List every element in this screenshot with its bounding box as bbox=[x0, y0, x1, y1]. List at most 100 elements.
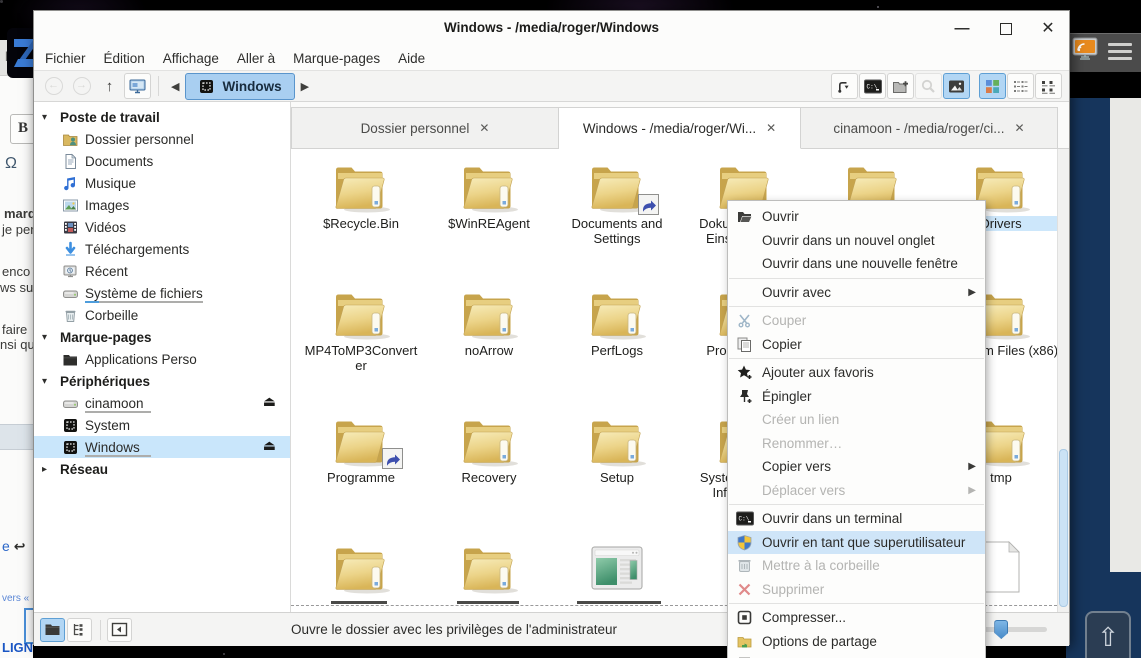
menu-marque-pages[interactable]: Marque-pages bbox=[284, 48, 389, 69]
context-menu-item-compresser-[interactable]: Compresser... bbox=[728, 606, 985, 630]
eject-icon[interactable]: ⏏ bbox=[263, 393, 276, 410]
home-folder-icon bbox=[62, 131, 79, 148]
hide-pane-button[interactable] bbox=[107, 618, 132, 642]
menu-item-label: Copier vers bbox=[762, 459, 831, 474]
reply-link-fragment[interactable]: e ↩ bbox=[2, 538, 25, 555]
tab-bar: Dossier personnel✕Windows - /media/roger… bbox=[291, 102, 1069, 149]
menu-aller-[interactable]: Aller à bbox=[228, 48, 284, 69]
sidebar-item-vidéos[interactable]: Vidéos bbox=[34, 216, 290, 238]
sidebar-section-marque-pages[interactable]: ▾Marque-pages bbox=[34, 326, 290, 348]
rss-screencast-icon[interactable] bbox=[1071, 36, 1099, 64]
sidebar-item-corbeille[interactable]: Corbeille bbox=[34, 304, 290, 326]
close-button[interactable]: ✕ bbox=[1037, 18, 1059, 40]
menu-fichier[interactable]: Fichier bbox=[36, 48, 95, 69]
scroll-to-top-button[interactable]: ⇧ bbox=[1085, 611, 1131, 658]
file-item-perflogs[interactable]: PerfLogs bbox=[553, 282, 681, 358]
maximize-button[interactable] bbox=[995, 18, 1017, 40]
path-button-windows[interactable]: Windows bbox=[185, 73, 294, 100]
tab-close-icon[interactable]: ✕ bbox=[766, 121, 776, 135]
path-next-icon[interactable]: ▶ bbox=[295, 80, 315, 93]
context-menu-item-propriétés[interactable]: Propriétés bbox=[728, 653, 985, 658]
omega-button-fragment[interactable]: Ω bbox=[5, 155, 17, 173]
search-button[interactable] bbox=[915, 73, 942, 99]
context-menu-item-ouvrir-en-tant-que-superutilisateur[interactable]: Ouvrir en tant que superutilisateur bbox=[728, 531, 985, 555]
titlebar[interactable]: Windows - /media/roger/Windows — ✕ bbox=[34, 11, 1069, 46]
file-item[interactable] bbox=[553, 536, 681, 594]
sidebar-item-téléchargements[interactable]: Téléchargements bbox=[34, 238, 290, 260]
trash-icon bbox=[62, 307, 79, 324]
bold-button-fragment[interactable]: B bbox=[10, 114, 33, 144]
menu-aide[interactable]: Aide bbox=[389, 48, 434, 69]
file-item-mp4tomp3converter[interactable]: MP4ToMP3Converter bbox=[297, 282, 425, 373]
context-menu-item-ouvrir-dans-un-nouvel-onglet[interactable]: Ouvrir dans un nouvel onglet bbox=[728, 229, 985, 253]
menu-affichage[interactable]: Affichage bbox=[154, 48, 228, 69]
file-item--winreagent[interactable]: $WinREAgent bbox=[425, 155, 553, 231]
detail-view-button[interactable] bbox=[1035, 73, 1062, 99]
sidebar-item-system[interactable]: System bbox=[34, 414, 290, 436]
sidebar-item-récent[interactable]: Récent bbox=[34, 260, 290, 282]
places-button[interactable] bbox=[124, 73, 151, 99]
context-menu-item-ouvrir[interactable]: Ouvrir bbox=[728, 205, 985, 229]
hamburger-menu-icon[interactable] bbox=[1108, 43, 1132, 64]
tab-3[interactable]: cinamoon - /media/roger/ci...✕ bbox=[801, 107, 1058, 149]
file-item--recycle-bin[interactable]: $Recycle.Bin bbox=[297, 155, 425, 231]
terminal-icon: C:\ bbox=[864, 79, 882, 94]
places-pane-button[interactable] bbox=[40, 618, 65, 642]
file-item-documents-and-settings[interactable]: Documents and Settings bbox=[553, 155, 681, 246]
context-menu-item-options-de-partage[interactable]: Options de partage bbox=[728, 630, 985, 654]
scrollbar-thumb[interactable] bbox=[1059, 449, 1068, 607]
sidebar-item-label: Téléchargements bbox=[85, 242, 189, 257]
terminal-button[interactable]: C:\ bbox=[859, 73, 886, 99]
sidebar-item-système-de-fichiers[interactable]: Système de fichiers bbox=[34, 282, 290, 304]
tab-close-icon[interactable]: ✕ bbox=[1015, 121, 1025, 135]
context-menu-item-ouvrir-dans-un-terminal[interactable]: C:\Ouvrir dans un terminal bbox=[728, 507, 985, 531]
menu--dition[interactable]: Édition bbox=[95, 48, 154, 69]
sidebar-item-dossier-personnel[interactable]: Dossier personnel bbox=[34, 128, 290, 150]
triangle-closed-icon: ▸ bbox=[42, 464, 60, 475]
file-item[interactable] bbox=[297, 536, 425, 594]
sidebar-item-images[interactable]: Images bbox=[34, 194, 290, 216]
file-item-setup[interactable]: Setup bbox=[553, 409, 681, 485]
icon-view-button[interactable] bbox=[979, 73, 1006, 99]
sidebar-item-cinamoon[interactable]: cinamoon⏏ bbox=[34, 392, 290, 414]
file-item-recovery[interactable]: Recovery bbox=[425, 409, 553, 485]
file-label: $Recycle.Bin bbox=[302, 216, 420, 231]
vertical-scrollbar[interactable] bbox=[1057, 149, 1069, 612]
file-item-programme[interactable]: Programme bbox=[297, 409, 425, 485]
jump-to-button[interactable] bbox=[831, 73, 858, 99]
section-label: Périphériques bbox=[60, 374, 150, 389]
sidebar-item-documents[interactable]: Documents bbox=[34, 150, 290, 172]
focused-input-fragment[interactable] bbox=[24, 608, 33, 644]
sidebar-item-windows[interactable]: Windows⏏ bbox=[34, 436, 290, 458]
tree-pane-button[interactable] bbox=[67, 618, 92, 642]
forward-button[interactable]: → bbox=[68, 73, 95, 99]
context-menu-item-copier[interactable]: Copier bbox=[728, 333, 985, 357]
eject-icon[interactable]: ⏏ bbox=[263, 437, 276, 454]
context-menu-item-épingler[interactable]: Épingler bbox=[728, 385, 985, 409]
file-item[interactable] bbox=[425, 536, 553, 594]
tab-1[interactable]: Dossier personnel✕ bbox=[291, 107, 559, 149]
link-fragment[interactable]: LIGNE bbox=[2, 640, 33, 655]
path-prev-icon[interactable]: ◀ bbox=[165, 80, 185, 93]
compact-view-button[interactable] bbox=[1007, 73, 1034, 99]
sidebar-section-périphériques[interactable]: ▾Périphériques bbox=[34, 370, 290, 392]
link-fragment[interactable]: vers « bbox=[2, 593, 29, 604]
sidebar-item-musique[interactable]: Musique bbox=[34, 172, 290, 194]
minimize-button[interactable]: — bbox=[951, 18, 973, 40]
context-menu-item-ajouter-aux-favoris[interactable]: Ajouter aux favoris bbox=[728, 361, 985, 385]
file-item-noarrow[interactable]: noArrow bbox=[425, 282, 553, 358]
context-menu-item-copier-vers[interactable]: Copier vers▶ bbox=[728, 455, 985, 479]
context-menu-item-ouvrir-avec[interactable]: Ouvrir avec▶ bbox=[728, 281, 985, 305]
thumbnails-button[interactable] bbox=[943, 73, 970, 99]
context-menu-item-ouvrir-dans-une-nouvelle-fenêtre[interactable]: Ouvrir dans une nouvelle fenêtre bbox=[728, 252, 985, 276]
sidebar-section-réseau[interactable]: ▸Réseau bbox=[34, 458, 290, 480]
new-folder-button[interactable] bbox=[887, 73, 914, 99]
tab-close-icon[interactable]: ✕ bbox=[479, 121, 489, 135]
sidebar-section-poste-de-travail[interactable]: ▾Poste de travail bbox=[34, 106, 290, 128]
back-button[interactable]: ← bbox=[40, 73, 67, 99]
sidebar-item-applications-perso[interactable]: Applications Perso bbox=[34, 348, 290, 370]
tab-2[interactable]: Windows - /media/roger/Wi...✕ bbox=[559, 107, 801, 149]
up-button[interactable]: ↑ bbox=[96, 73, 123, 99]
search-icon bbox=[920, 78, 937, 95]
zoom-slider-handle[interactable] bbox=[994, 620, 1008, 639]
